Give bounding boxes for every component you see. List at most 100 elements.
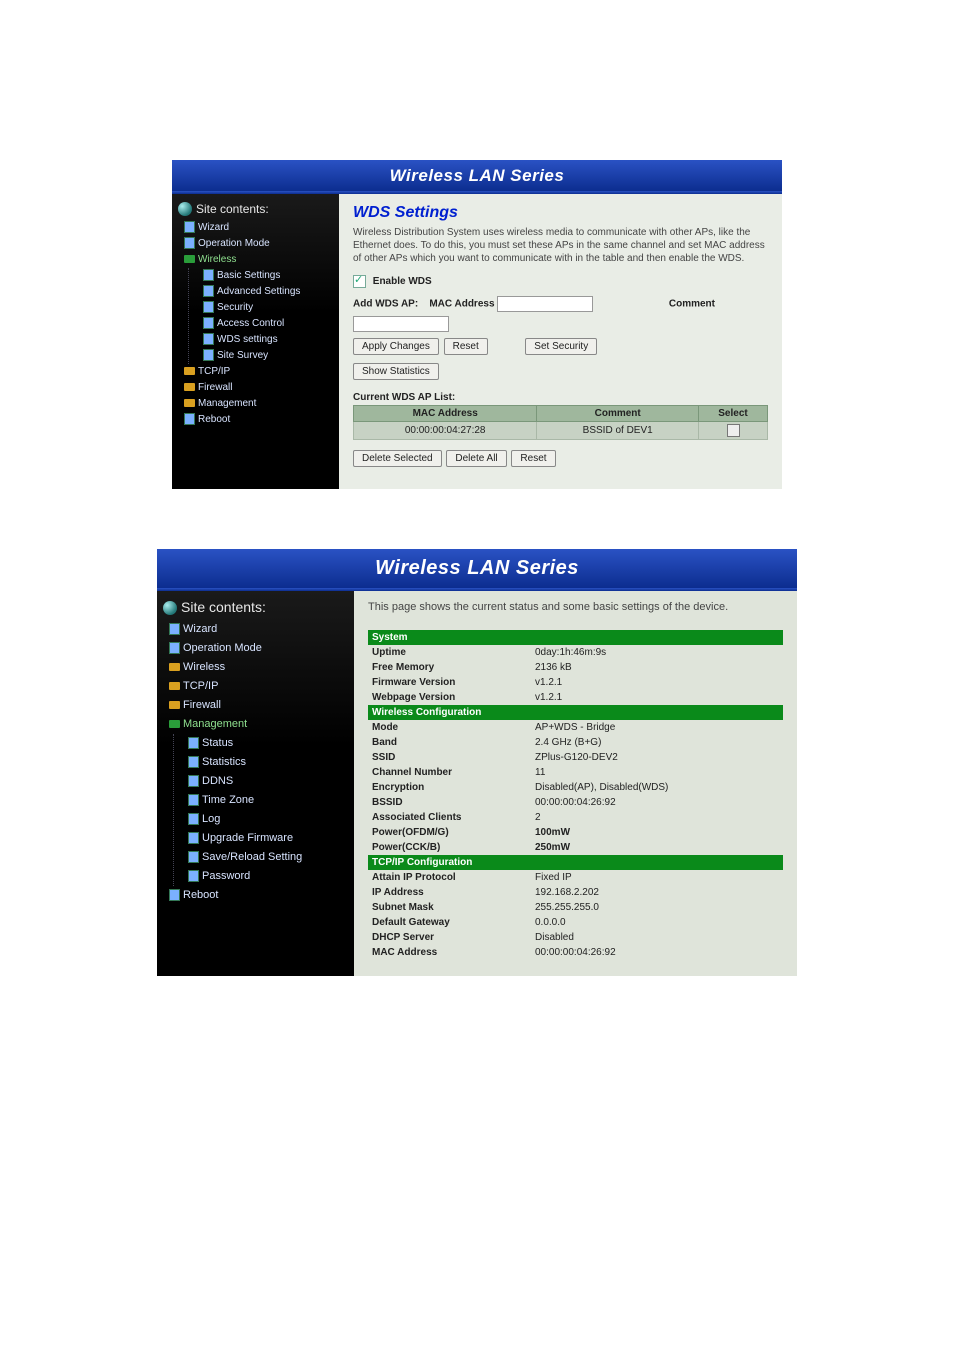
enable-wds-checkbox[interactable]: [353, 275, 366, 288]
apply-changes-button[interactable]: Apply Changes: [353, 338, 439, 355]
sidebar-item-label[interactable]: Management: [183, 718, 247, 730]
set-security-button[interactable]: Set Security: [525, 338, 597, 355]
sidebar-item-label[interactable]: Security: [217, 302, 253, 313]
sidebar-item-label[interactable]: Wizard: [183, 623, 217, 635]
sidebar-item[interactable]: TCP/IP: [169, 677, 348, 696]
sidebar-item[interactable]: Basic Settings: [203, 268, 333, 284]
status-value: 11: [531, 765, 783, 780]
select-row-checkbox[interactable]: [727, 424, 740, 437]
page-icon: [169, 642, 180, 654]
sidebar-item[interactable]: Security: [203, 300, 333, 316]
status-key: Associated Clients: [368, 810, 531, 825]
status-value: 2: [531, 810, 783, 825]
sidebar-item-label[interactable]: Firewall: [198, 382, 232, 393]
sidebar-item[interactable]: Wizard: [169, 620, 348, 639]
sidebar-item[interactable]: Operation Mode: [169, 639, 348, 658]
sidebar-item-label[interactable]: Operation Mode: [198, 238, 270, 249]
sidebar-item[interactable]: Status: [188, 734, 348, 753]
sidebar-item-label[interactable]: Access Control: [217, 318, 284, 329]
section-name: Wireless Configuration: [368, 705, 783, 720]
sidebar-item-label[interactable]: Basic Settings: [217, 270, 280, 281]
page-icon: [184, 237, 195, 249]
sidebar-item-label[interactable]: Log: [202, 813, 220, 825]
sidebar-item[interactable]: Advanced Settings: [203, 284, 333, 300]
page-icon: [169, 623, 180, 635]
sidebar-item-label[interactable]: Time Zone: [202, 794, 254, 806]
status-value: 192.168.2.202: [531, 885, 783, 900]
delete-selected-button[interactable]: Delete Selected: [353, 450, 442, 467]
sidebar-item[interactable]: Operation Mode: [184, 236, 333, 252]
sidebar-item-label[interactable]: Upgrade Firmware: [202, 832, 293, 844]
sidebar-item[interactable]: Wizard: [184, 220, 333, 236]
status-key: BSSID: [368, 795, 531, 810]
page-icon: [184, 221, 195, 233]
status-key: Encryption: [368, 780, 531, 795]
sidebar-item-label[interactable]: Statistics: [202, 756, 246, 768]
sidebar-item-label[interactable]: Password: [202, 870, 250, 882]
folder-icon: [184, 383, 195, 391]
status-key: Default Gateway: [368, 915, 531, 930]
sidebar-item[interactable]: Firewall: [169, 696, 348, 715]
page-icon: [188, 756, 199, 768]
status-row: Attain IP ProtocolFixed IP: [368, 870, 783, 885]
sidebar-item-label[interactable]: Wireless: [198, 254, 236, 265]
sidebar-item[interactable]: Save/Reload Setting: [188, 848, 348, 867]
sidebar-item-label[interactable]: Firewall: [183, 699, 221, 711]
page-icon: [188, 737, 199, 749]
sidebar-item-label[interactable]: Operation Mode: [183, 642, 262, 654]
status-value: 2.4 GHz (B+G): [531, 735, 783, 750]
sidebar-item-label[interactable]: Wizard: [198, 222, 229, 233]
sidebar-tree: Wizard Operation Mode Wireless TCP/IP Firewa…: [163, 620, 348, 905]
page-icon: [203, 301, 214, 313]
wds-content: WDS Settings Wireless Distribution Syste…: [339, 194, 782, 489]
title-bar: Wireless LAN Series: [172, 160, 782, 191]
sidebar-item-label[interactable]: TCP/IP: [198, 366, 230, 377]
status-row: Band2.4 GHz (B+G): [368, 735, 783, 750]
sidebar-item[interactable]: Statistics: [188, 753, 348, 772]
page-icon: [188, 870, 199, 882]
sidebar-item[interactable]: DDNS: [188, 772, 348, 791]
sidebar-item[interactable]: Management: [184, 396, 333, 412]
sidebar-item[interactable]: TCP/IP: [184, 364, 333, 380]
sidebar-item[interactable]: Management: [169, 715, 348, 734]
sidebar-item-label[interactable]: Advanced Settings: [217, 286, 300, 297]
show-statistics-button[interactable]: Show Statistics: [353, 363, 439, 380]
sidebar-item[interactable]: Time Zone: [188, 791, 348, 810]
wds-ap-table: MAC Address Comment Select 00:00:00:04:2…: [353, 405, 768, 440]
reset-list-button[interactable]: Reset: [511, 450, 555, 467]
sidebar-item-label[interactable]: DDNS: [202, 775, 233, 787]
sidebar-item-label[interactable]: Reboot: [198, 414, 230, 425]
status-row: Free Memory2136 kB: [368, 660, 783, 675]
sidebar-item-label[interactable]: Save/Reload Setting: [202, 851, 302, 863]
sidebar-item-label[interactable]: Management: [198, 398, 256, 409]
sidebar-item-label[interactable]: Site Survey: [217, 350, 268, 361]
sidebar-item[interactable]: Reboot: [184, 412, 333, 428]
page-icon: [203, 285, 214, 297]
globe-icon: [163, 601, 177, 615]
sidebar-item[interactable]: Wireless: [184, 252, 333, 268]
sidebar-item-label[interactable]: Status: [202, 737, 233, 749]
sidebar-item[interactable]: Site Survey: [203, 348, 333, 364]
reset-button[interactable]: Reset: [444, 338, 488, 355]
mac-address-input[interactable]: [497, 296, 593, 312]
sidebar-item[interactable]: Access Control: [203, 316, 333, 332]
status-row: MAC Address00:00:00:04:26:92: [368, 945, 783, 960]
sidebar-subtree: Status Statistics DDNS Time Zone Log Upgrade …: [173, 734, 348, 886]
sidebar-item-label[interactable]: TCP/IP: [183, 680, 218, 692]
sidebar-item[interactable]: Upgrade Firmware: [188, 829, 348, 848]
sidebar-item[interactable]: Firewall: [184, 380, 333, 396]
sidebar-item-label[interactable]: Reboot: [183, 889, 218, 901]
sidebar-item[interactable]: WDS settings: [203, 332, 333, 348]
sidebar-item-label[interactable]: WDS settings: [217, 334, 278, 345]
status-key: Firmware Version: [368, 675, 531, 690]
sidebar-item[interactable]: Reboot: [169, 886, 348, 905]
sidebar-item[interactable]: Wireless: [169, 658, 348, 677]
sidebar-title: Site contents:: [196, 202, 269, 216]
sidebar-item[interactable]: Log: [188, 810, 348, 829]
status-value: Disabled(AP), Disabled(WDS): [531, 780, 783, 795]
sidebar-item-label[interactable]: Wireless: [183, 661, 225, 673]
sidebar-item[interactable]: Password: [188, 867, 348, 886]
comment-input[interactable]: [353, 316, 449, 332]
delete-all-button[interactable]: Delete All: [446, 450, 506, 467]
status-row: Power(OFDM/G)100mW: [368, 825, 783, 840]
